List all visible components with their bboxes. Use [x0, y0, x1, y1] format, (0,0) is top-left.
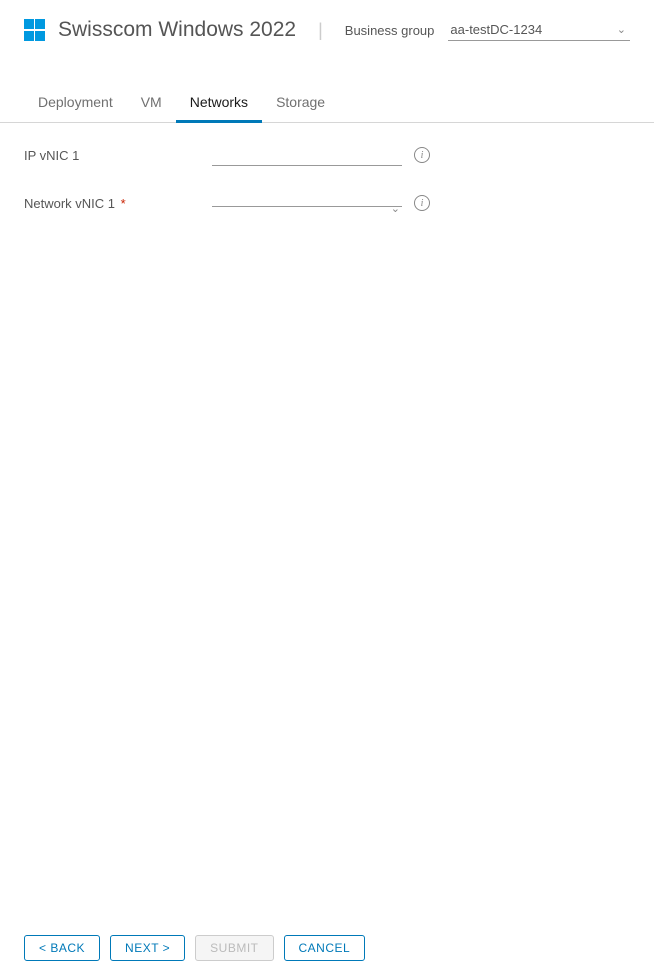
label-network-vnic1: Network vNIC 1 *	[24, 196, 212, 211]
tabs: Deployment VM Networks Storage	[0, 86, 654, 123]
windows-icon	[24, 19, 46, 41]
tab-deployment[interactable]: Deployment	[24, 86, 127, 123]
info-icon[interactable]: i	[414, 147, 430, 163]
footer: < BACK NEXT > SUBMIT CANCEL	[0, 927, 654, 971]
next-button[interactable]: NEXT >	[110, 935, 185, 961]
header: Swisscom Windows 2022 | Business group a…	[0, 0, 654, 42]
tab-vm[interactable]: VM	[127, 86, 176, 123]
form-panel: IP vNIC 1 i Network vNIC 1 * ⌄ i	[0, 123, 654, 255]
page-title: Swisscom Windows 2022	[58, 18, 296, 42]
cancel-button[interactable]: CANCEL	[284, 935, 366, 961]
back-button[interactable]: < BACK	[24, 935, 100, 961]
label-network-vnic1-text: Network vNIC 1	[24, 196, 115, 211]
header-divider: |	[318, 20, 323, 41]
required-asterisk: *	[121, 196, 126, 211]
input-ip-vnic1[interactable]	[212, 144, 402, 166]
submit-button: SUBMIT	[195, 935, 273, 961]
info-icon[interactable]: i	[414, 195, 430, 211]
row-network-vnic1: Network vNIC 1 * ⌄ i	[24, 189, 630, 217]
business-group-value[interactable]: aa-testDC-1234	[448, 19, 630, 41]
row-ip-vnic1: IP vNIC 1 i	[24, 141, 630, 169]
tab-storage[interactable]: Storage	[262, 86, 339, 123]
business-group-select[interactable]: aa-testDC-1234 ⌄	[448, 19, 630, 41]
tab-networks[interactable]: Networks	[176, 86, 262, 123]
business-group-label: Business group	[345, 23, 435, 38]
select-network-vnic1[interactable]	[212, 200, 402, 207]
label-ip-vnic1: IP vNIC 1	[24, 148, 212, 163]
